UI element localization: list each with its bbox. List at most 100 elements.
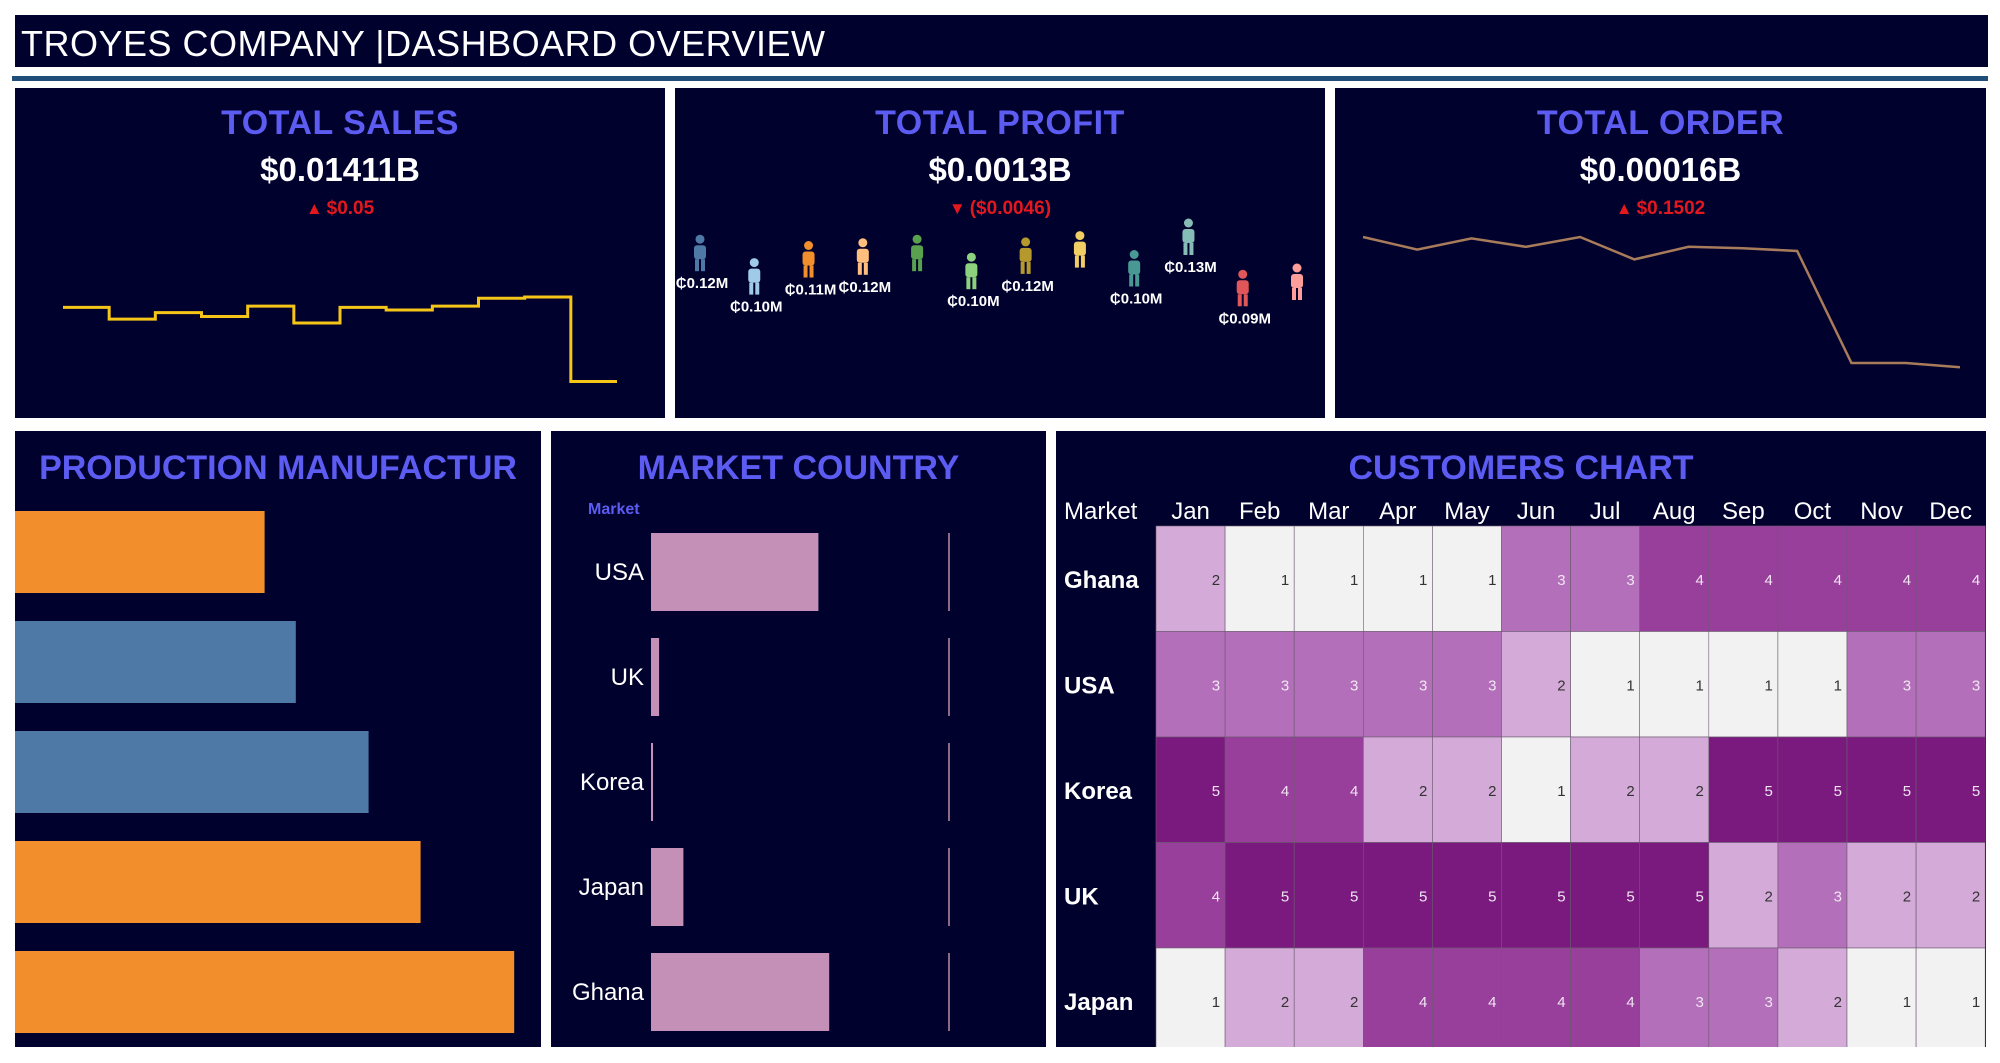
- person-leg-left: [749, 282, 754, 295]
- heatmap-cell-value: 2: [1903, 888, 1911, 905]
- person-leg-left: [1129, 274, 1134, 287]
- heatmap-cell-value: 1: [1350, 572, 1358, 589]
- heatmap-row-header: Market: [1064, 498, 1138, 525]
- person-leg-left: [803, 265, 808, 278]
- person-icon: [965, 252, 978, 290]
- market-panel[interactable]: MARKET COUNTRY Market USA UK Korea Japan Ghan…: [551, 431, 1046, 1047]
- heatmap-cell-value: 3: [1419, 677, 1427, 694]
- person-leg-right: [972, 277, 977, 290]
- person-body: [1182, 229, 1195, 243]
- market-row-label: Japan: [579, 874, 644, 901]
- production-bar: [15, 621, 296, 703]
- person-body: [965, 263, 978, 278]
- heatmap-cell-value: 5: [1281, 888, 1289, 905]
- person-head: [966, 252, 976, 262]
- heatmap-cell-value: 3: [1626, 572, 1634, 589]
- heatmap-cell-value: 2: [1626, 783, 1634, 800]
- person-leg-right: [701, 259, 705, 272]
- person-body: [748, 268, 761, 283]
- heatmap-cell-value: 3: [1765, 994, 1773, 1011]
- heatmap-cell-value: 1: [1557, 783, 1565, 800]
- heatmap-row-label: Ghana: [1064, 567, 1139, 594]
- person-leg-right: [755, 282, 760, 295]
- heatmap-cell-value: 3: [1972, 677, 1980, 694]
- profit-point-label: ₵0.12M: [676, 275, 729, 292]
- heatmap-cell-value: 1: [1834, 677, 1842, 694]
- total-sales-card[interactable]: TOTAL SALES $0.01411B ▲ $0.05: [15, 88, 665, 418]
- person-body: [1073, 241, 1086, 256]
- heatmap-cell-value: 5: [1626, 888, 1634, 905]
- total-order-card[interactable]: TOTAL ORDER $0.00016B ▲ $0.1502: [1335, 88, 1986, 418]
- profit-point-label: ₵0.13M: [1164, 259, 1217, 276]
- person-icon: [1019, 237, 1032, 274]
- person-head: [1129, 250, 1139, 259]
- heatmap-cell-value: 2: [1212, 572, 1220, 589]
- person-icon: [1073, 231, 1086, 268]
- production-panel[interactable]: PRODUCTION MANUFACTUR: [15, 431, 541, 1047]
- heatmap-month-label: May: [1444, 498, 1489, 525]
- heatmap-cell-value: 3: [1695, 994, 1703, 1011]
- person-body: [1019, 247, 1032, 262]
- production-bar: [15, 511, 265, 593]
- person-leg-right: [1080, 255, 1085, 268]
- person-icon: [1128, 250, 1141, 287]
- person-leg-left: [1237, 294, 1242, 307]
- market-bar: [651, 638, 660, 716]
- heatmap-cell-value: 5: [1212, 783, 1220, 800]
- person-leg-right: [1189, 243, 1194, 255]
- heatmap-month-label: Aug: [1653, 498, 1696, 525]
- person-body: [856, 248, 869, 263]
- heatmap-month-label: Feb: [1239, 498, 1280, 525]
- heatmap-cell-value: 4: [1212, 888, 1220, 905]
- heatmap-cell-value: 4: [1626, 994, 1634, 1011]
- heatmap-row-label: USA: [1064, 672, 1115, 699]
- profit-point-label: ₵0.12M: [839, 279, 892, 296]
- person-head: [1183, 218, 1193, 228]
- dashboard-title: TROYES COMPANY |DASHBOARD OVERVIEW: [21, 23, 826, 64]
- heatmap-row-label: Korea: [1064, 778, 1133, 805]
- heatmap-cell-value: 1: [1281, 572, 1289, 589]
- heatmap-cell-value: 4: [1972, 572, 1980, 589]
- heatmap-cell-value: 3: [1281, 677, 1289, 694]
- heatmap-month-label: Mar: [1308, 498, 1349, 525]
- heatmap-cell-value: 2: [1281, 994, 1289, 1011]
- heatmap-cell-value: 4: [1834, 572, 1842, 589]
- customers-panel[interactable]: CUSTOMERS CHART Market Jan Feb Mar Apr May Jun…: [1056, 431, 1986, 1047]
- person-body: [1128, 260, 1141, 275]
- heatmap-cell-value: 4: [1695, 572, 1703, 589]
- person-head: [1075, 231, 1085, 241]
- person-icon: [748, 258, 761, 295]
- customers-heatmap: Market Jan Feb Mar Apr May Jun Jul Aug Sep Oct Nov D…: [1064, 498, 1986, 1047]
- heatmap-cell-value: 4: [1281, 783, 1289, 800]
- person-icon: [802, 241, 815, 278]
- person-leg-left: [1020, 261, 1025, 274]
- person-body: [1236, 280, 1249, 295]
- heatmap-cell-value: 2: [1765, 888, 1773, 905]
- heatmap-cell-value: 1: [1419, 572, 1427, 589]
- heatmap-month-label: Apr: [1379, 498, 1416, 525]
- person-leg-right: [1135, 274, 1140, 287]
- heatmap-cell-value: 2: [1972, 888, 1980, 905]
- profit-person-chart: ₵0.12M₵0.10M₵0.11M ₵0.12M₵0.10M₵0.12M₵0.1…: [676, 218, 1303, 327]
- profit-point-label: ₵0.11M: [785, 282, 837, 299]
- heatmap-cell-value: 5: [1488, 888, 1496, 905]
- profit-point-label: ₵0.10M: [947, 293, 1000, 310]
- market-row-label: Ghana: [572, 979, 645, 1006]
- heatmap-row-label: Japan: [1064, 989, 1133, 1016]
- heatmap-cell-value: 1: [1212, 994, 1220, 1011]
- market-row-label: USA: [595, 559, 644, 586]
- heatmap-month-label: Nov: [1860, 498, 1903, 525]
- dashboard-header: TROYES COMPANY |DASHBOARD OVERVIEW: [15, 15, 1988, 67]
- person-icon: [1291, 263, 1303, 300]
- heatmap-cell-value: 3: [1903, 677, 1911, 694]
- heatmap-month-label: Jun: [1517, 498, 1556, 525]
- heatmap-cell-value: 2: [1350, 994, 1358, 1011]
- heatmap-cell-value: 4: [1903, 572, 1911, 589]
- market-bar: [651, 953, 830, 1031]
- person-icon: [1182, 218, 1195, 255]
- market-bar-chart: Market USA UK Korea Japan Ghana: [572, 501, 950, 1031]
- person-body: [911, 245, 924, 260]
- heatmap-cell-value: 2: [1695, 783, 1703, 800]
- production-bar-chart: [15, 511, 515, 1033]
- total-profit-card[interactable]: TOTAL PROFIT $0.0013B ▼ ($0.0046) ₵0.12M ₵…: [675, 88, 1325, 418]
